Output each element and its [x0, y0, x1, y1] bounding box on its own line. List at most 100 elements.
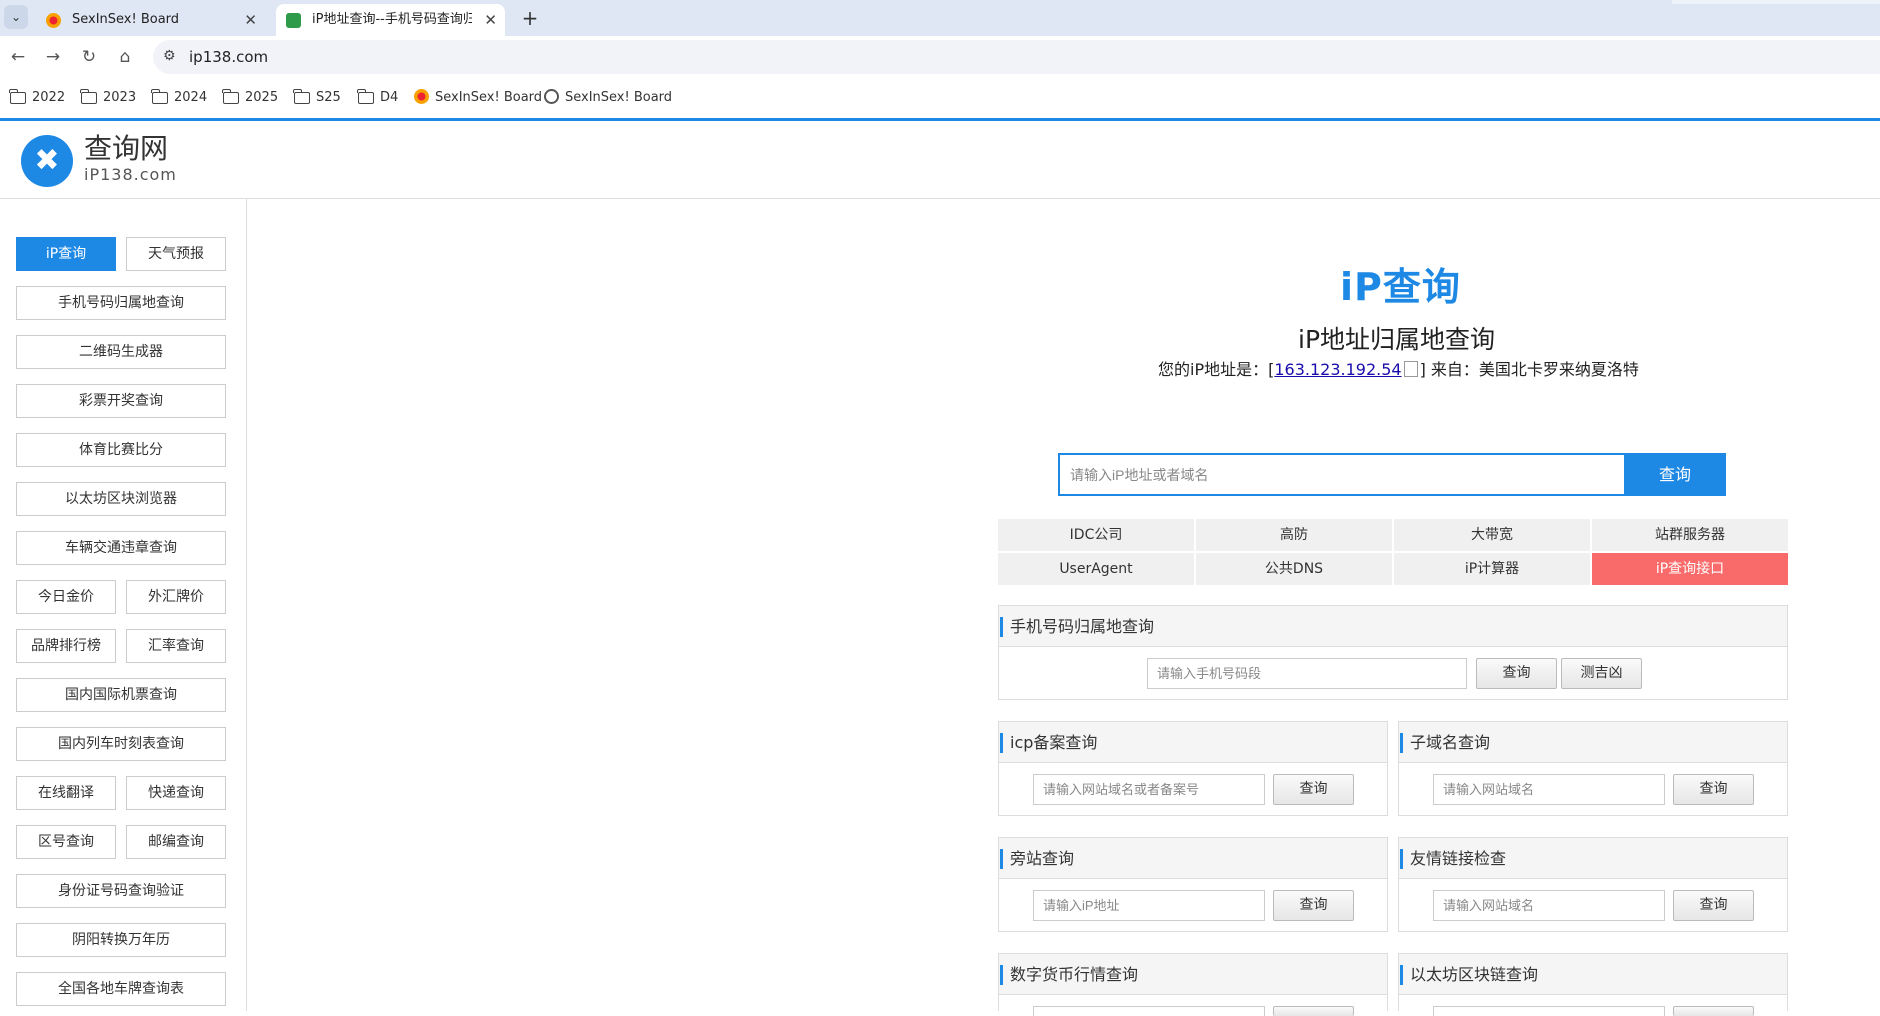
link-ip-calculator[interactable]: iP计算器: [1394, 553, 1590, 585]
sidebar-item-traffic[interactable]: 车辆交通违章查询: [16, 531, 226, 565]
tab-search-chevron-icon[interactable]: ⌄: [4, 5, 28, 29]
sidebar-item-plates[interactable]: 全国各地车牌查询表: [16, 972, 226, 1006]
sidebar-item-lottery[interactable]: 彩票开奖查询: [16, 384, 226, 418]
sidebar-item-idcard[interactable]: 身份证号码查询验证: [16, 874, 226, 908]
sidebar-item-express[interactable]: 快递查询: [126, 776, 226, 810]
sidebar-item-ip-query[interactable]: iP查询: [16, 237, 116, 271]
tools-logo-icon[interactable]: ✖: [21, 135, 73, 187]
bookmark-folder-2024[interactable]: 2024: [151, 89, 207, 107]
crypto-query-panel: 数字货币行情查询: [998, 953, 1388, 1016]
friendlink-query-button[interactable]: 查询: [1673, 890, 1754, 921]
eth-input[interactable]: [1433, 1006, 1665, 1016]
link-idc[interactable]: IDC公司: [998, 519, 1194, 551]
site-header: ✖ 查询网 iP138.com: [0, 121, 1880, 199]
folder-icon: [9, 89, 26, 104]
sidebar-item-forex[interactable]: 外汇牌价: [126, 580, 226, 614]
back-arrow-icon[interactable]: ←: [5, 44, 31, 70]
sidebar-item-flights[interactable]: 国内国际机票查询: [16, 678, 226, 712]
subdomain-input[interactable]: [1433, 774, 1665, 805]
tab-title: SexInSex! Board: [72, 12, 180, 27]
sidesite-input[interactable]: [1033, 890, 1265, 921]
logo-name[interactable]: 查询网: [84, 133, 168, 165]
bookmark-folder-2023[interactable]: 2023: [80, 89, 136, 107]
sidebar-item-gold[interactable]: 今日金价: [16, 580, 116, 614]
link-ddos[interactable]: 高防: [1196, 519, 1392, 551]
url-text[interactable]: ip138.com: [189, 40, 268, 74]
bookmark-folder-2022[interactable]: 2022: [9, 89, 65, 107]
link-useragent[interactable]: UserAgent: [998, 553, 1194, 585]
subdomain-query-button[interactable]: 查询: [1673, 774, 1754, 805]
folder-icon: [357, 89, 374, 104]
sidebar-item-postcode[interactable]: 邮编查询: [126, 825, 226, 859]
browser-tab-2-active[interactable]: iP地址查询--手机号码查询归属 ✕: [276, 4, 505, 36]
eth-query-button[interactable]: [1673, 1006, 1754, 1016]
sidebar-item-brand-rank[interactable]: 品牌排行榜: [16, 629, 116, 663]
sidebar-item-phone[interactable]: 手机号码归属地查询: [16, 286, 226, 320]
link-bandwidth[interactable]: 大带宽: [1394, 519, 1590, 551]
link-public-dns[interactable]: 公共DNS: [1196, 553, 1392, 585]
panel-title: icp备案查询: [1010, 733, 1098, 752]
browser-tab-bar: ⌄ SexInSex! Board ✕ iP地址查询--手机号码查询归属 ✕ +: [0, 0, 1880, 36]
ip138-favicon-icon: [286, 13, 301, 28]
ip-location: ] 来自：美国北卡罗来纳夏洛特: [1419, 360, 1639, 379]
folder-icon: [293, 89, 310, 104]
sidebar-item-exchange[interactable]: 汇率查询: [126, 629, 226, 663]
bookmark-folder-s25[interactable]: S25: [293, 89, 341, 107]
friendlink-input[interactable]: [1433, 890, 1665, 921]
sidebar-item-qrcode[interactable]: 二维码生成器: [16, 335, 226, 369]
sidebar-item-translate[interactable]: 在线翻译: [16, 776, 116, 810]
folder-icon: [151, 89, 168, 104]
ip-prefix: 您的iP地址是：[: [1158, 360, 1275, 379]
bookmark-sexinsex-2[interactable]: SexInSex! Board: [544, 89, 672, 107]
sidebar-item-calendar[interactable]: 阴阳转换万年历: [16, 923, 226, 957]
eth-query-panel: 以太坊区块链查询: [1398, 953, 1788, 1016]
sidebar-item-eth-explorer[interactable]: 以太坊区块浏览器: [16, 482, 226, 516]
subdomain-query-panel: 子域名查询 查询: [1398, 721, 1788, 816]
folder-icon: [222, 89, 239, 104]
bookmark-folder-2025[interactable]: 2025: [222, 89, 278, 107]
sidebar: iP查询 天气预报 手机号码归属地查询 二维码生成器 彩票开奖查询 体育比赛比分…: [0, 199, 247, 1011]
crypto-input[interactable]: [1033, 1006, 1265, 1016]
sidesite-query-button[interactable]: 查询: [1273, 890, 1354, 921]
link-ip-api[interactable]: iP查询接口: [1592, 553, 1788, 585]
sidebar-item-areacode[interactable]: 区号查询: [16, 825, 116, 859]
browser-tab-1[interactable]: SexInSex! Board ✕: [36, 4, 265, 36]
bookmark-folder-d4[interactable]: D4: [357, 89, 398, 107]
icp-query-button[interactable]: 查询: [1273, 774, 1354, 805]
logo-domain[interactable]: iP138.com: [84, 165, 177, 184]
icp-query-panel: icp备案查询 查询: [998, 721, 1388, 816]
sidebar-item-weather[interactable]: 天气预报: [126, 237, 226, 271]
bookmark-sexinsex-1[interactable]: SexInSex! Board: [414, 89, 542, 107]
panel-header: icp备案查询: [999, 722, 1387, 763]
page-title: iP查询: [1340, 265, 1461, 309]
broken-image-icon: [1403, 361, 1418, 377]
sidebar-item-trains[interactable]: 国内列车时刻表查询: [16, 727, 226, 761]
phone-query-button[interactable]: 查询: [1476, 658, 1557, 689]
forward-arrow-icon[interactable]: →: [40, 44, 66, 70]
crypto-query-button[interactable]: [1273, 1006, 1354, 1016]
friendlink-check-panel: 友情链接检查 查询: [1398, 837, 1788, 932]
phone-fortune-button[interactable]: 测吉凶: [1561, 658, 1642, 689]
sun-favicon-icon: [46, 13, 61, 28]
icp-input[interactable]: [1033, 774, 1265, 805]
link-station-server[interactable]: 站群服务器: [1592, 519, 1788, 551]
phone-input[interactable]: [1147, 658, 1467, 689]
new-tab-plus-icon[interactable]: +: [516, 4, 544, 32]
bookmarks-bar: 2022 2023 2024 2025 S25 D4 SexInSex! Boa…: [0, 78, 1880, 118]
ip-search-button[interactable]: 查询: [1624, 453, 1726, 496]
panel-title: 手机号码归属地查询: [1010, 617, 1155, 636]
home-icon[interactable]: ⌂: [112, 44, 138, 70]
ip-address-link[interactable]: 163.123.192.54: [1274, 360, 1401, 379]
address-bar[interactable]: ⚙ ip138.com: [153, 40, 1880, 74]
panel-header: 数字货币行情查询: [999, 954, 1387, 995]
sidebar-item-sports[interactable]: 体育比赛比分: [16, 433, 226, 467]
browser-toolbar: ← → ↻ ⌂ ⚙ ip138.com: [0, 36, 1880, 78]
close-tab-icon[interactable]: ✕: [484, 4, 497, 36]
site-settings-icon[interactable]: ⚙: [163, 48, 176, 64]
panel-title: 旁站查询: [1010, 849, 1075, 868]
reload-icon[interactable]: ↻: [76, 44, 102, 70]
ip-search-form: 查询: [1058, 453, 1726, 496]
close-tab-icon[interactable]: ✕: [244, 4, 257, 36]
ip-search-input[interactable]: [1058, 453, 1626, 496]
panel-header: 子域名查询: [1399, 722, 1787, 763]
